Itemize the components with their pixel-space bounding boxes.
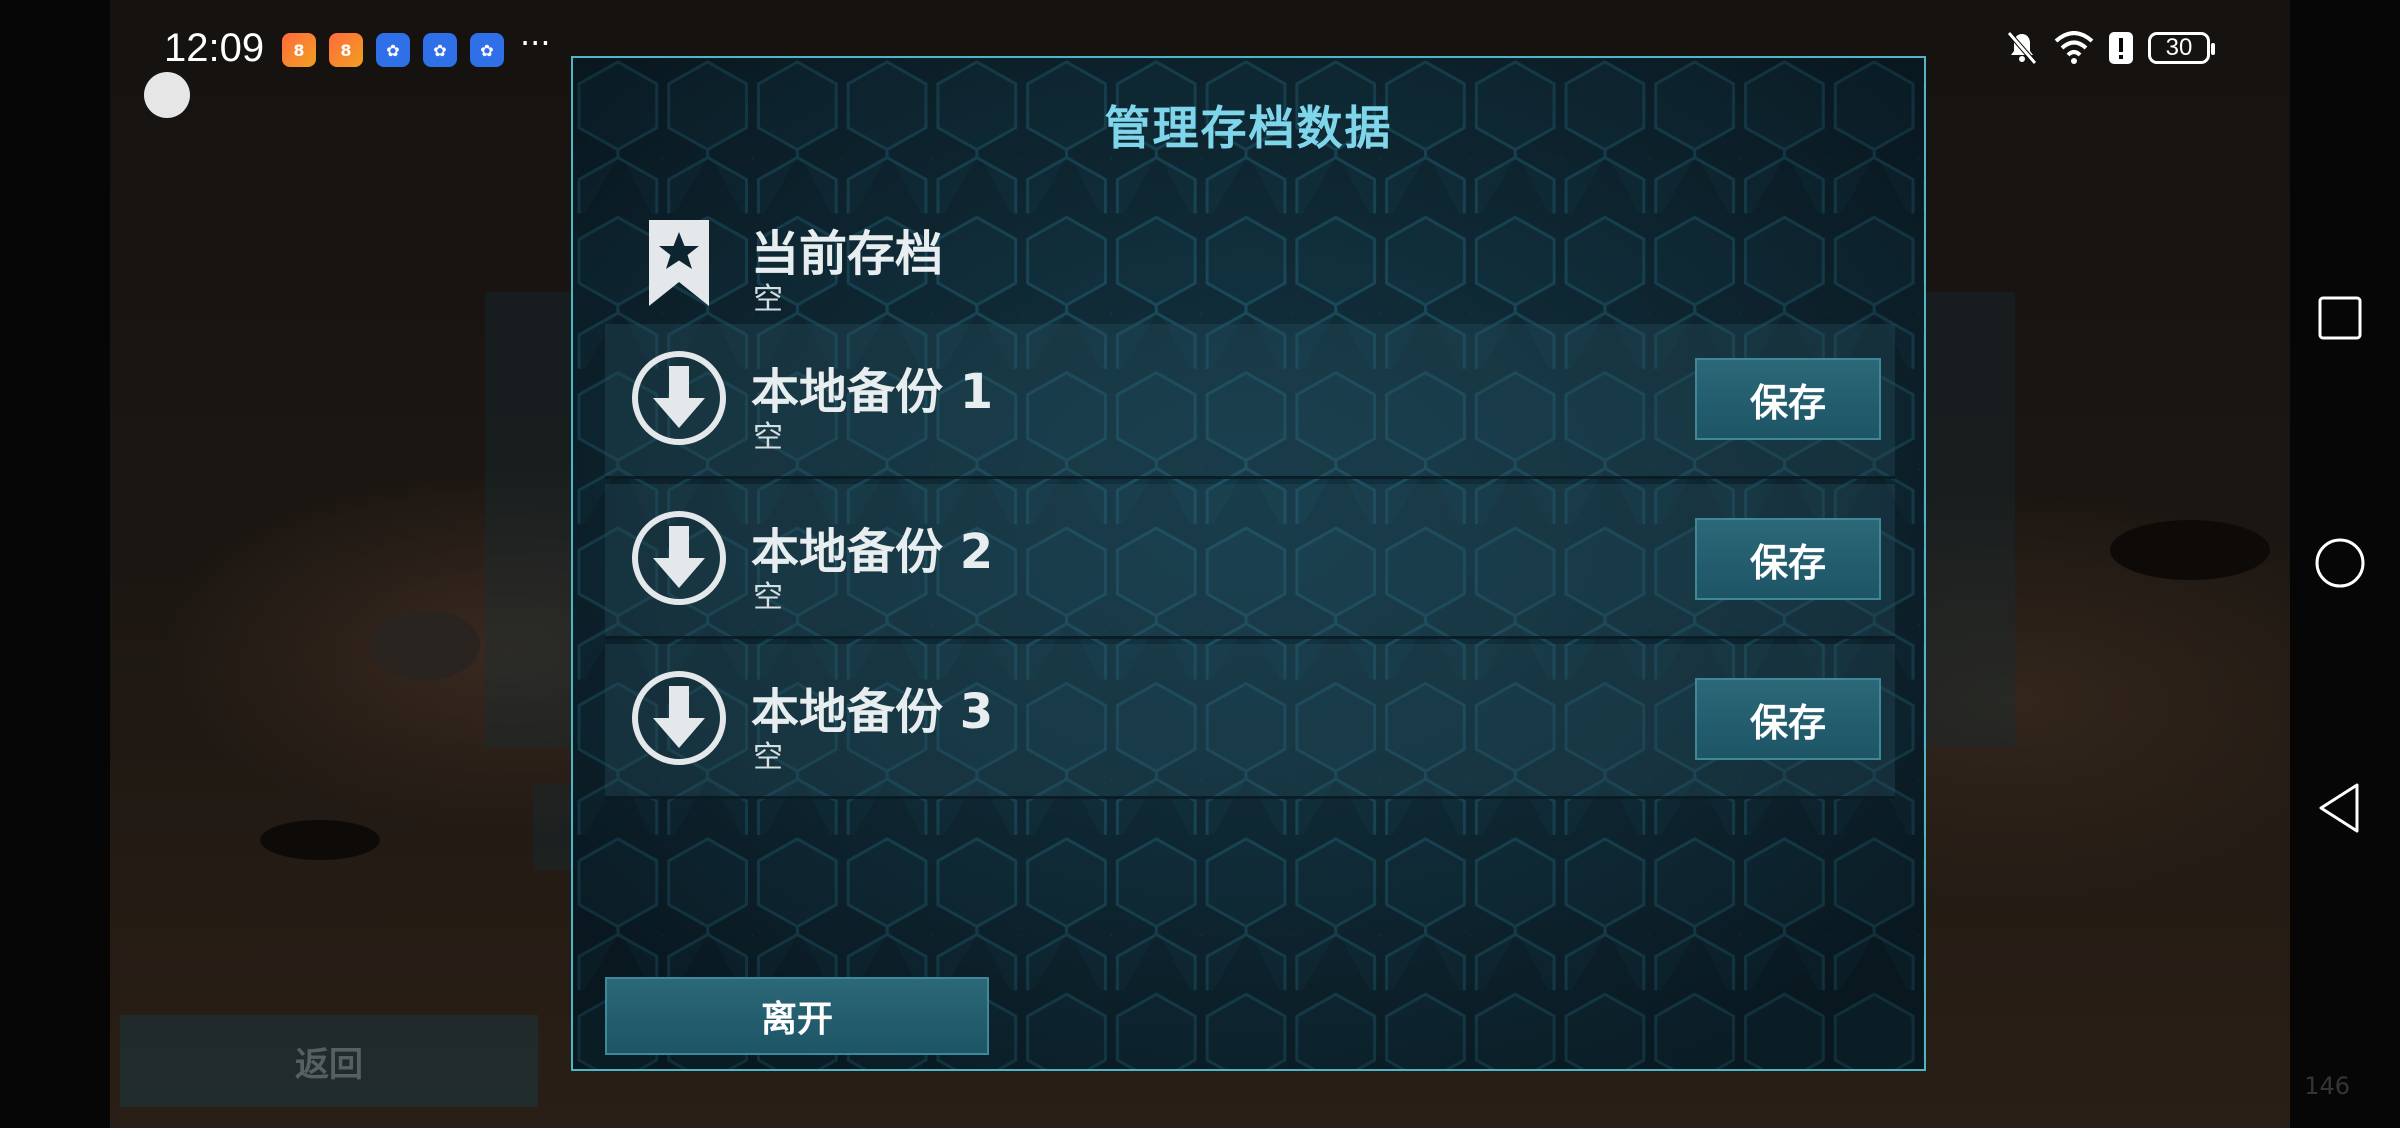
alert-icon (2109, 32, 2133, 64)
back-button[interactable] (2300, 768, 2380, 848)
wifi-icon (2054, 31, 2094, 64)
leave-button[interactable]: 离开 (605, 977, 989, 1055)
status-time: 12:09 (164, 26, 265, 70)
manage-save-data-dialog: 管理存档数据 当前存档 空 本地备份 1 空 保存 本地备份 2 空 保存 本地… (571, 56, 1926, 1071)
battery-indicator: 30 (2148, 32, 2215, 64)
dialog-title: 管理存档数据 (1104, 101, 1393, 155)
floating-assistive-dot[interactable] (144, 72, 190, 118)
save-button[interactable]: 保存 (1695, 678, 1881, 760)
background-panel (1925, 292, 2015, 747)
backup-slot-2: 本地备份 2 空 保存 (605, 484, 1895, 639)
palm-silhouette (260, 820, 380, 860)
backup-label: 本地备份 1 (751, 364, 994, 420)
rock-silhouette (370, 610, 480, 680)
square-icon (2318, 296, 2362, 340)
system-status-icons: 30 (2004, 30, 2215, 66)
background-panel (485, 292, 575, 747)
recent-apps-button[interactable] (2300, 278, 2380, 358)
backup-status: 空 (753, 580, 783, 615)
save-button[interactable]: 保存 (1695, 518, 1881, 600)
backup-label: 本地备份 3 (751, 684, 994, 740)
mute-bell-icon (2007, 31, 2037, 65)
download-icon (632, 671, 726, 765)
background-back-button: 返回 (120, 1015, 538, 1107)
circle-icon (2315, 538, 2365, 588)
current-save-status: 空 (753, 282, 783, 317)
save-button[interactable]: 保存 (1695, 358, 1881, 440)
backup-label: 本地备份 2 (751, 524, 994, 580)
app-orange-icon: 8 (329, 33, 363, 67)
backup-status: 空 (753, 420, 783, 455)
bookmark-star-icon (649, 220, 709, 306)
background-corner-number: 146 (2304, 1072, 2350, 1100)
baidu-icon: ✿ (423, 33, 457, 67)
baidu-icon: ✿ (470, 33, 504, 67)
more-notifications-icon: ··· (520, 24, 551, 62)
app-orange-icon: 8 (282, 33, 316, 67)
home-button[interactable] (2300, 523, 2380, 603)
palm-silhouette (2110, 520, 2270, 580)
download-icon (632, 511, 726, 605)
current-save-slot: 当前存档 空 (605, 186, 1895, 338)
download-icon (632, 351, 726, 445)
backup-slot-1: 本地备份 1 空 保存 (605, 324, 1895, 479)
triangle-back-icon (2319, 783, 2359, 833)
backup-slot-3: 本地备份 3 空 保存 (605, 644, 1895, 799)
baidu-icon: ✿ (376, 33, 410, 67)
backup-status: 空 (753, 740, 783, 775)
